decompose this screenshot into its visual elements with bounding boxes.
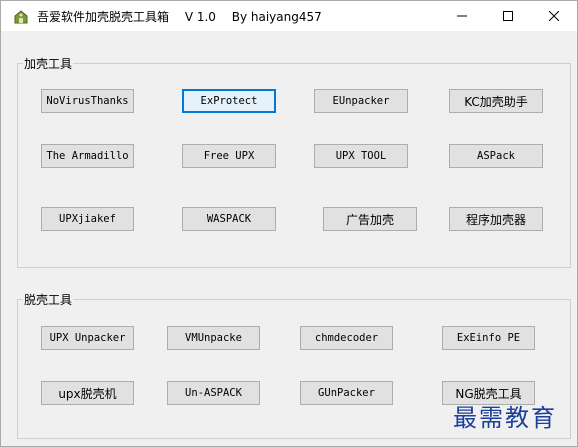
tool-button-upxjiakef[interactable]: UPXjiakef	[41, 207, 134, 231]
tool-button-upx-unpacker[interactable]: UPX Unpacker	[41, 326, 134, 350]
unpack-tools-label: 脱壳工具	[23, 291, 74, 308]
tool-button-free-upx[interactable]: Free UPX	[182, 144, 276, 168]
watermark-logo: 最需教育	[453, 404, 557, 432]
tool-button-program-packer[interactable]: 程序加壳器	[449, 207, 543, 231]
maximize-icon	[503, 11, 513, 21]
tool-button-upx-tool[interactable]: UPX TOOL	[314, 144, 408, 168]
tool-button-exprotect[interactable]: ExProtect	[182, 89, 276, 113]
tool-button-kc-packer[interactable]: KC加壳助手	[449, 89, 543, 113]
tool-button-chmdecoder[interactable]: chmdecoder	[300, 326, 393, 350]
tool-button-eunpacker[interactable]: EUnpacker	[314, 89, 408, 113]
app-icon	[14, 10, 28, 24]
tool-button-vmunpacke[interactable]: VMUnpacke	[167, 326, 260, 350]
minimize-button[interactable]	[439, 1, 485, 31]
pack-tools-label: 加壳工具	[23, 55, 74, 72]
minimize-icon	[457, 15, 467, 17]
tool-button-exeinfo-pe[interactable]: ExEinfo PE	[442, 326, 535, 350]
close-button[interactable]	[531, 1, 577, 31]
tool-button-aspack[interactable]: ASPack	[449, 144, 543, 168]
tool-button-un-aspack[interactable]: Un-ASPACK	[167, 381, 260, 405]
tool-button-waspack[interactable]: WASPACK	[182, 207, 276, 231]
tool-button-novirusthanks[interactable]: NoVirusThanks	[41, 89, 134, 113]
tool-button-upx-unpack-machine[interactable]: upx脱壳机	[41, 381, 134, 405]
title-bar[interactable]: 吾爱软件加壳脱壳工具箱 V 1.0 By haiyang457	[1, 1, 577, 31]
tool-button-ad-packer[interactable]: 广告加壳	[323, 207, 417, 231]
app-window: 吾爱软件加壳脱壳工具箱 V 1.0 By haiyang457 加壳工具 NoV…	[0, 0, 578, 447]
tool-button-gunpacker[interactable]: GUnPacker	[300, 381, 393, 405]
close-icon	[549, 11, 559, 21]
tool-button-armadillo[interactable]: The Armadillo	[41, 144, 134, 168]
window-title: 吾爱软件加壳脱壳工具箱 V 1.0 By haiyang457	[37, 10, 322, 24]
maximize-button[interactable]	[485, 1, 531, 31]
